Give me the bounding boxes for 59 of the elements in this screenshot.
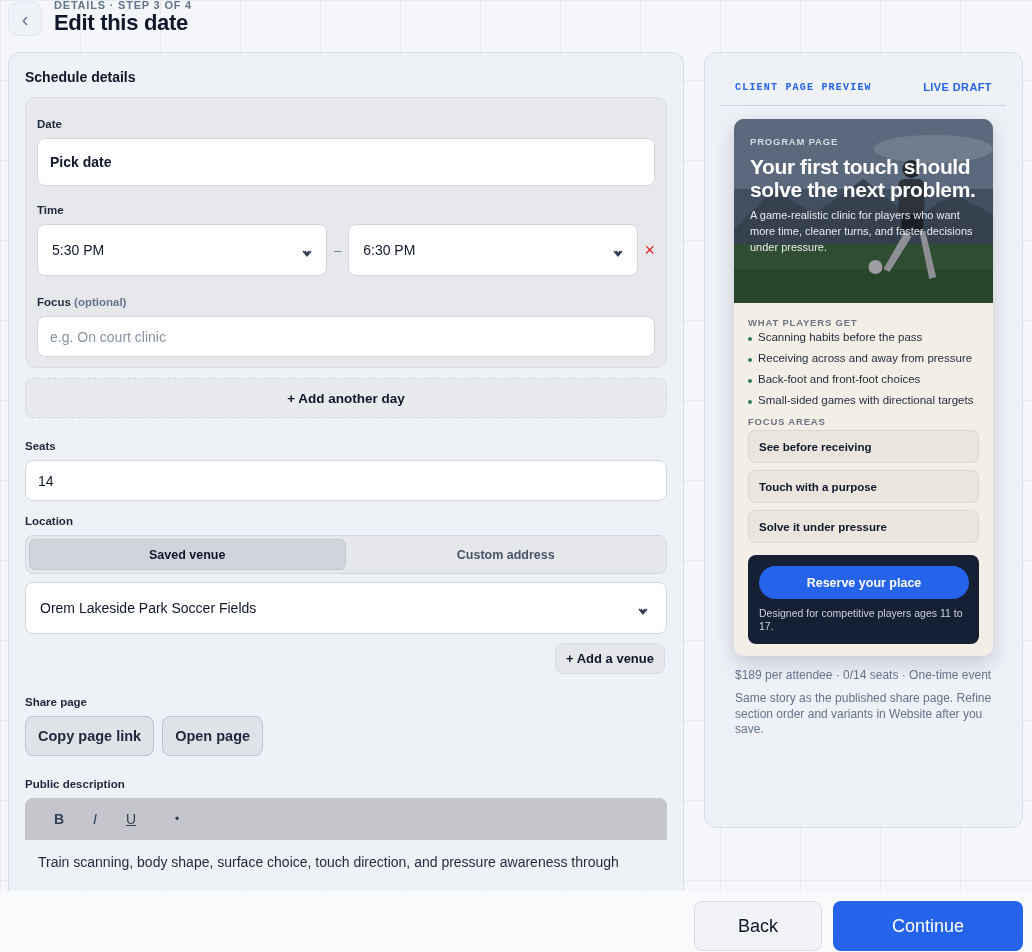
field-label: Share page [25, 696, 88, 708]
format-button[interactable]: I [77, 811, 113, 827]
venue-value: Orem Lakeside Park Soccer Fields [40, 600, 257, 616]
step-label: DETAILS · STEP 3 OF 4 [54, 0, 193, 11]
focus-input[interactable]: e.g. On court clinic [37, 316, 655, 357]
preview-title: CLIENT PAGE PREVIEW [735, 81, 872, 93]
time-value: 5:30 PM [52, 242, 105, 258]
location-option[interactable]: Saved venue [29, 539, 346, 570]
bullet-icon [748, 337, 752, 341]
field-label: Date [37, 118, 63, 130]
end-time-select[interactable]: 6:30 PM [348, 224, 639, 276]
field-label: Location [25, 515, 74, 527]
field-label: Time [37, 204, 65, 216]
benefit-text: Scanning habits before the pass [758, 330, 923, 345]
focus-area-card: Solve it under pressure [748, 510, 979, 543]
time-value: 6:30 PM [363, 242, 416, 258]
focus-area-card: Touch with a purpose [748, 470, 979, 503]
focus-area-card: See before receiving [748, 430, 979, 463]
venue-select[interactable]: Orem Lakeside Park Soccer Fields [25, 582, 667, 634]
chevron-down-icon [613, 250, 624, 258]
date-picker[interactable]: Pick date [37, 138, 655, 186]
add-venue-button[interactable]: + Add a venue [554, 643, 665, 674]
add-day-button[interactable]: + Add another day [25, 378, 667, 418]
bullet-icon [748, 400, 752, 404]
range-separator: – [333, 242, 343, 258]
section-heading: FOCUS AREAS [748, 416, 827, 427]
benefit-text: Receiving across and away from pressure [758, 351, 973, 366]
back-button[interactable]: Back [694, 901, 822, 951]
cta-note: Designed for competitive players ages 11 to 17. [759, 607, 964, 633]
field-label: Public description [25, 778, 126, 790]
section-heading: WHAT PLAYERS GET [748, 317, 859, 328]
preview-note: Same story as the published share page. Refine section order and variants in Website after you save. [734, 690, 993, 738]
location-option[interactable]: Custom address [348, 539, 663, 570]
share-button[interactable]: Copy page link [25, 716, 155, 756]
chevron-down-icon [638, 608, 648, 616]
bullet-icon [748, 358, 752, 362]
chevron-down-icon [302, 250, 313, 258]
share-button[interactable]: Open page [162, 716, 264, 756]
start-time-select[interactable]: 5:30 PM [37, 224, 328, 276]
section-title: Schedule details [25, 69, 137, 85]
format-button[interactable]: U [113, 811, 149, 827]
pricing-summary: $189 per attendee · 0/14 seats · One-time event [734, 667, 993, 683]
hero-text: A game-realistic clinic for players who want more time, cleaner turns, and faster decisions under pressure. [750, 208, 974, 255]
field-label: Focus (optional) [37, 296, 128, 308]
field-label: Seats [25, 440, 57, 452]
hero-eyebrow: PROGRAM PAGE [750, 136, 840, 147]
format-button[interactable]: • [159, 812, 195, 826]
benefit-text: Small-sided games with directional targets [758, 393, 974, 408]
continue-button[interactable]: Continue [833, 901, 1023, 951]
bullet-icon [748, 379, 752, 383]
reserve-button[interactable]: Reserve your place [759, 566, 969, 599]
format-button[interactable]: B [41, 811, 77, 827]
page-title: Edit this date [54, 11, 189, 35]
seats-input[interactable]: 14 [25, 460, 667, 501]
status-label: LIVE DRAFT [923, 81, 992, 93]
benefit-text: Back-foot and front-foot choices [758, 372, 921, 387]
hero-headline: Your first touch should solve the next problem. [750, 155, 977, 201]
remove-time-button[interactable]: × [644, 239, 655, 261]
back-button[interactable]: ‹ [8, 2, 42, 36]
